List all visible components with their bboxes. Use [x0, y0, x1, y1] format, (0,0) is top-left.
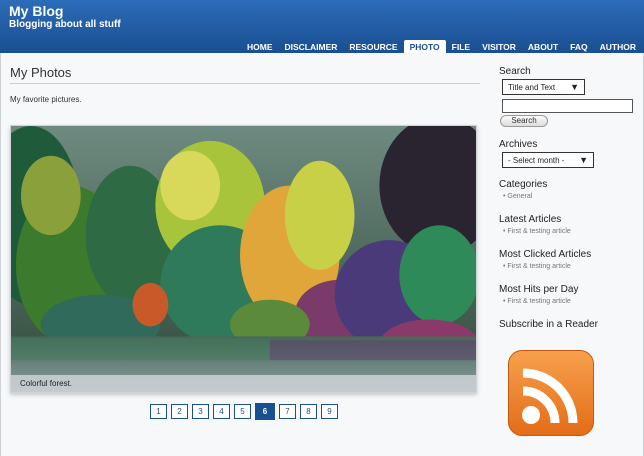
rss-icon — [522, 368, 578, 424]
page-button-1[interactable]: 1 — [150, 404, 167, 419]
page-button-8[interactable]: 8 — [300, 404, 317, 419]
archives-heading: Archives — [499, 139, 538, 150]
nav-home[interactable]: HOME — [241, 40, 279, 53]
page-body: My Photos My favorite pictures. Colorful… — [0, 53, 644, 456]
page-button-2[interactable]: 2 — [171, 404, 188, 419]
most-clicked-heading: Most Clicked Articles — [499, 249, 592, 260]
photo-viewer[interactable]: Colorful forest. — [10, 125, 477, 393]
site-subtitle: Blogging about all stuff — [9, 19, 121, 30]
search-input[interactable] — [502, 99, 633, 113]
search-scope-value: Title and Text — [508, 83, 556, 92]
photo-caption: Colorful forest. — [20, 379, 73, 388]
page-button-5[interactable]: 5 — [234, 404, 251, 419]
nav-about[interactable]: ABOUT — [522, 40, 564, 53]
category-label: General — [507, 193, 533, 200]
search-scope-select[interactable]: Title and Text ▼ — [502, 79, 585, 95]
most-hits-link[interactable]: • First & testing article — [503, 298, 639, 305]
dropdown-arrow-icon: ▼ — [570, 82, 579, 92]
forest-photo — [11, 126, 476, 392]
sidebar: Search Title and Text ▼ Search Archives … — [499, 66, 639, 436]
nav-resource[interactable]: RESOURCE — [343, 40, 403, 53]
nav-visitor[interactable]: VISITOR — [476, 40, 522, 53]
caption-bar: Colorful forest. — [11, 375, 476, 392]
pagination: 1 2 3 4 5 6 7 8 9 — [150, 403, 338, 420]
latest-articles-heading: Latest Articles — [499, 214, 562, 225]
page-title: My Photos — [10, 65, 480, 84]
most-hits-heading: Most Hits per Day — [499, 284, 579, 295]
subscribe-heading: Subscribe in a Reader — [499, 319, 598, 330]
page-button-4[interactable]: 4 — [213, 404, 230, 419]
main-content: My Photos My favorite pictures. Colorful… — [10, 65, 480, 420]
nav-photo[interactable]: PHOTO — [403, 40, 446, 53]
nav-author[interactable]: AUTHOR — [594, 40, 642, 53]
nav-file[interactable]: FILE — [446, 40, 476, 53]
page-button-9[interactable]: 9 — [321, 404, 338, 419]
latest-article-link[interactable]: • First & testing article — [503, 228, 639, 235]
nav-disclaimer[interactable]: DISCLAIMER — [278, 40, 343, 53]
most-clicked-label: First & testing article — [507, 263, 571, 270]
most-clicked-link[interactable]: • First & testing article — [503, 263, 639, 270]
rss-feed-icon[interactable] — [508, 350, 594, 436]
intro-text: My favorite pictures. — [10, 95, 82, 104]
most-hits-label: First & testing article — [507, 298, 571, 305]
categories-heading: Categories — [499, 179, 548, 190]
search-button[interactable]: Search — [500, 115, 548, 127]
archives-select[interactable]: - Select month - ▼ — [502, 152, 594, 168]
page-button-7[interactable]: 7 — [279, 404, 296, 419]
search-heading: Search — [499, 66, 531, 77]
archives-select-value: - Select month - — [508, 156, 565, 165]
site-header: My Blog Blogging about all stuff HOME DI… — [0, 0, 644, 53]
page-button-3[interactable]: 3 — [192, 404, 209, 419]
nav-faq[interactable]: FAQ — [564, 40, 593, 53]
latest-article-label: First & testing article — [507, 228, 571, 235]
page-button-current[interactable]: 6 — [255, 403, 275, 420]
main-nav: HOME DISCLAIMER RESOURCE PHOTO FILE VISI… — [241, 40, 642, 53]
category-link[interactable]: • General — [503, 193, 639, 200]
site-title[interactable]: My Blog — [9, 3, 63, 19]
dropdown-arrow-icon: ▼ — [579, 155, 588, 165]
